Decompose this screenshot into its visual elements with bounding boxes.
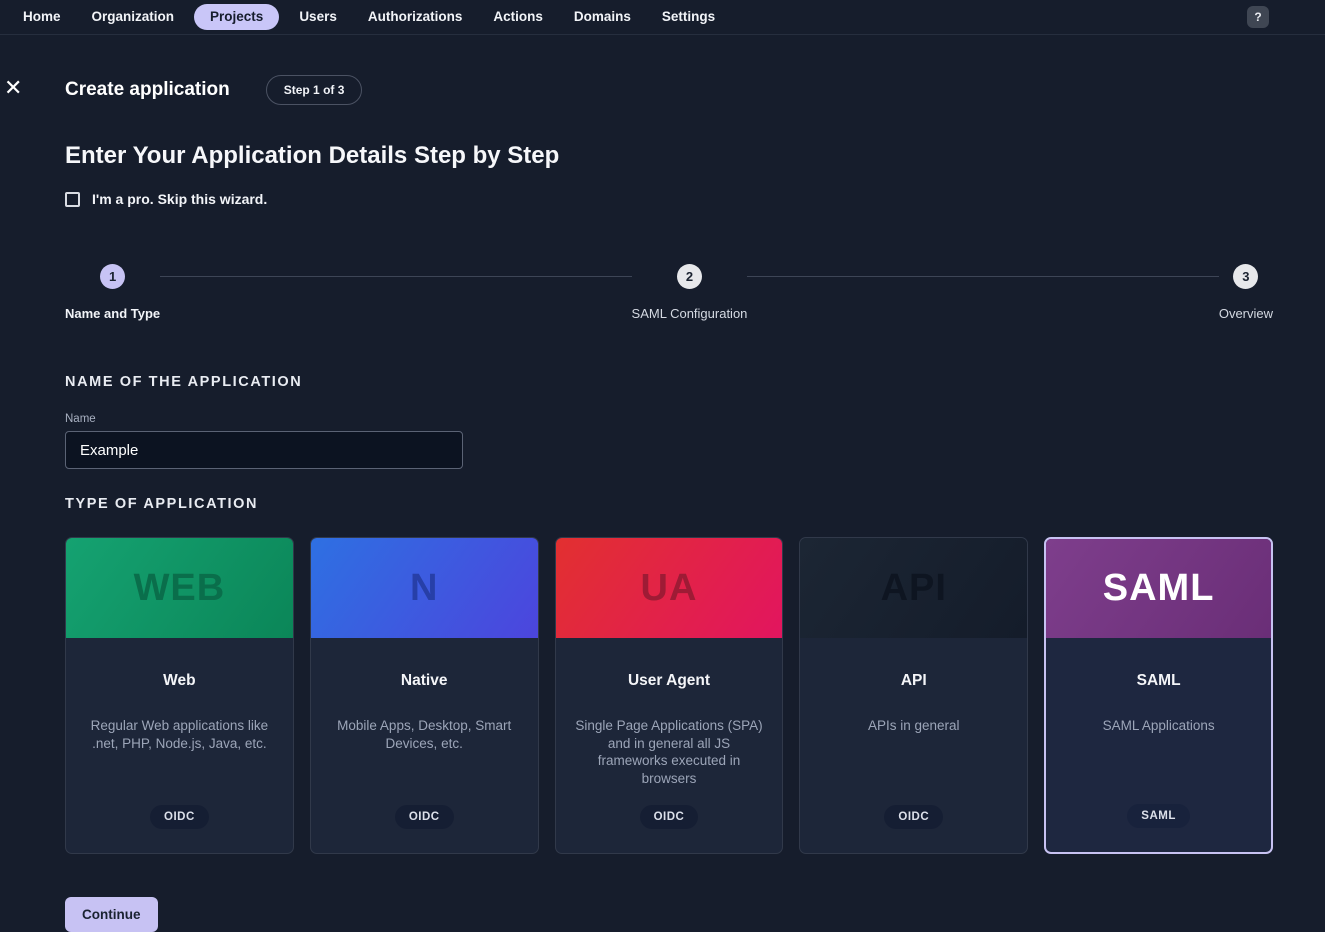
application-name-input[interactable]	[65, 431, 463, 469]
app-type-card-body: API APIs in general OIDC	[800, 638, 1027, 853]
name-field-label: Name	[65, 413, 1273, 425]
application-type-cards: WEB Web Regular Web applications like .n…	[65, 537, 1273, 854]
nav-item-users[interactable]: Users	[288, 4, 348, 30]
step-connector-line	[160, 276, 631, 277]
step-number-circle[interactable]: 3	[1233, 264, 1258, 289]
step-number-circle[interactable]: 2	[677, 264, 702, 289]
wizard-heading: Enter Your Application Details Step by S…	[65, 142, 1273, 170]
app-type-card-saml[interactable]: SAML SAML SAML Applications SAML	[1044, 537, 1273, 854]
app-type-card-api[interactable]: API API APIs in general OIDC	[799, 537, 1028, 854]
wizard-header: Create application Step 1 of 3	[65, 75, 1273, 105]
top-navigation: Home Organization Projects Users Authorizati…	[0, 0, 1325, 35]
app-type-title: Web	[163, 672, 195, 690]
nav-item-projects[interactable]: Projects	[194, 4, 279, 30]
app-type-description: Regular Web applications like .net, PHP,…	[84, 717, 275, 752]
step-label: Name and Type	[65, 306, 160, 321]
app-type-description: APIs in general	[868, 717, 960, 735]
type-section-title: TYPE OF APPLICATION	[65, 496, 1273, 512]
step-progress-badge: Step 1 of 3	[266, 75, 363, 105]
name-section-title: NAME OF THE APPLICATION	[65, 374, 1273, 390]
app-type-card-header: API	[800, 538, 1027, 638]
help-button[interactable]: ?	[1247, 6, 1269, 28]
app-type-card-header: WEB	[66, 538, 293, 638]
app-type-card-user-agent[interactable]: UA User Agent Single Page Applications (…	[555, 537, 784, 854]
step-label: Overview	[1219, 306, 1273, 321]
app-type-card-body: User Agent Single Page Applications (SPA…	[556, 638, 783, 853]
skip-wizard-checkbox[interactable]	[65, 192, 80, 207]
create-application-wizard: Create application Step 1 of 3 Enter You…	[0, 75, 1325, 932]
stepper-step: 2 SAML Configuration	[632, 264, 748, 321]
protocol-badge: OIDC	[884, 805, 943, 829]
nav-item-settings[interactable]: Settings	[651, 4, 726, 30]
step-connector-line	[747, 276, 1218, 277]
app-type-title: Native	[401, 672, 448, 690]
app-type-card-header: N	[311, 538, 538, 638]
skip-wizard-label: I'm a pro. Skip this wizard.	[92, 191, 267, 207]
nav-item-actions[interactable]: Actions	[482, 4, 554, 30]
nav-item-organization[interactable]: Organization	[81, 4, 186, 30]
app-type-card-header: SAML	[1046, 539, 1271, 638]
app-type-card-web[interactable]: WEB Web Regular Web applications like .n…	[65, 537, 294, 854]
skip-wizard-row[interactable]: I'm a pro. Skip this wizard.	[65, 191, 1273, 207]
stepper-step: 1 Name and Type	[65, 264, 160, 321]
protocol-badge: OIDC	[150, 805, 209, 829]
nav-item-domains[interactable]: Domains	[563, 4, 642, 30]
app-type-title: User Agent	[628, 672, 710, 690]
nav-item-home[interactable]: Home	[12, 4, 72, 30]
stepper-step: 3 Overview	[1219, 264, 1273, 321]
app-type-card-body: SAML SAML Applications SAML	[1046, 638, 1271, 852]
wizard-stepper: 1 Name and Type 2 SAML Configuration 3 O…	[65, 264, 1273, 321]
nav-items: Home Organization Projects Users Authorizati…	[12, 4, 735, 30]
close-icon[interactable]: ✕	[4, 77, 22, 99]
protocol-badge: OIDC	[640, 805, 699, 829]
app-type-title: API	[901, 672, 927, 690]
continue-button[interactable]: Continue	[65, 897, 158, 932]
app-type-card-body: Native Mobile Apps, Desktop, Smart Devic…	[311, 638, 538, 853]
nav-item-authorizations[interactable]: Authorizations	[357, 4, 474, 30]
step-number-circle[interactable]: 1	[100, 264, 125, 289]
app-type-card-body: Web Regular Web applications like .net, …	[66, 638, 293, 853]
app-type-card-native[interactable]: N Native Mobile Apps, Desktop, Smart Dev…	[310, 537, 539, 854]
page-title: Create application	[65, 79, 230, 101]
app-type-description: Mobile Apps, Desktop, Smart Devices, etc…	[329, 717, 520, 752]
protocol-badge: OIDC	[395, 805, 454, 829]
app-type-description: SAML Applications	[1103, 717, 1215, 735]
protocol-badge: SAML	[1127, 804, 1190, 828]
app-type-card-header: UA	[556, 538, 783, 638]
app-type-title: SAML	[1137, 672, 1181, 690]
step-label: SAML Configuration	[632, 306, 748, 321]
app-type-description: Single Page Applications (SPA) and in ge…	[574, 717, 765, 787]
